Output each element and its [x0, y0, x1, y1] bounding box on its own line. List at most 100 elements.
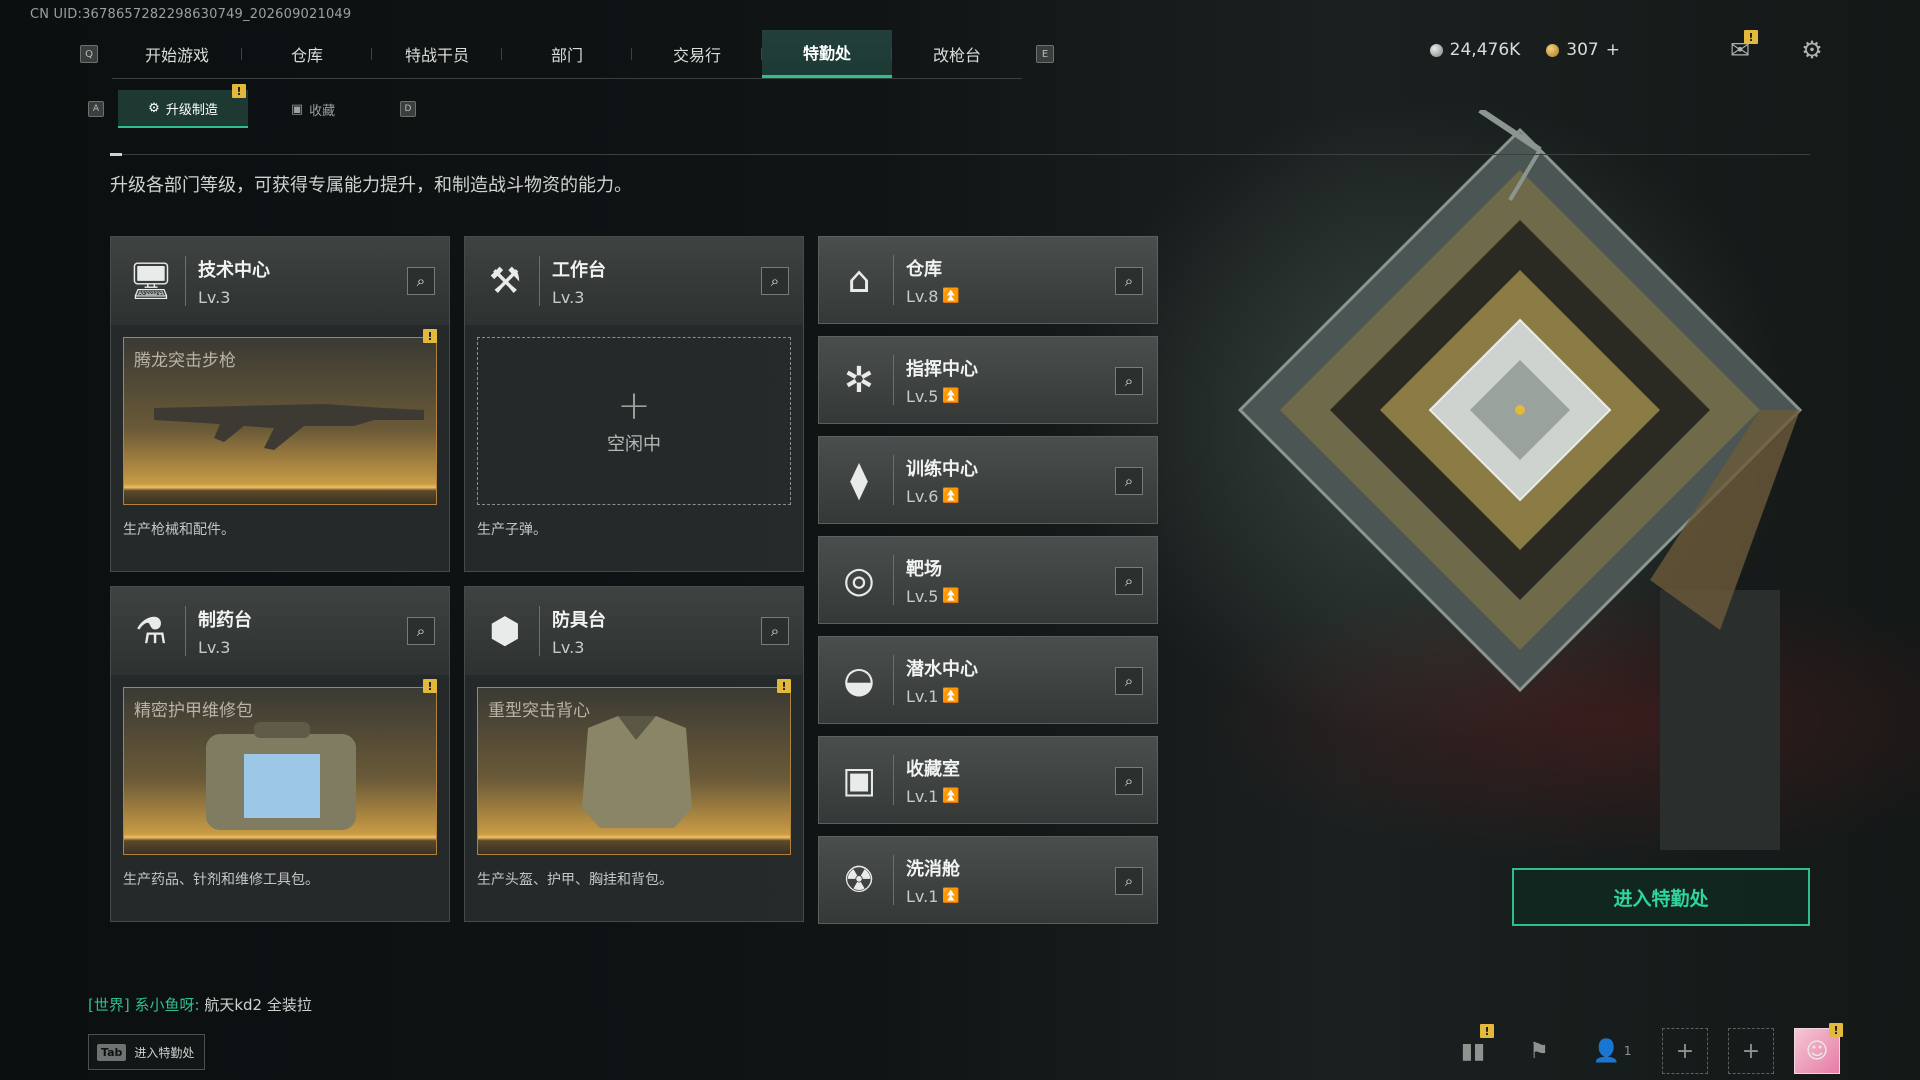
- search-icon[interactable]: ⌕: [1115, 567, 1143, 595]
- friends-icon[interactable]: 👤 1: [1582, 1028, 1642, 1074]
- player-avatar[interactable]: ☺!: [1794, 1023, 1843, 1074]
- search-icon[interactable]: ⌕: [1115, 267, 1143, 295]
- dept-row-training-center[interactable]: ⧫ 训练中心 Lv.6 ⏫ ⌕: [818, 436, 1158, 524]
- search-icon[interactable]: ⌕: [1115, 467, 1143, 495]
- dept-level: Lv.5: [906, 386, 939, 406]
- settings-gear-icon[interactable]: ⚙: [1798, 36, 1826, 64]
- dept-row-collection-room[interactable]: ▣ 收藏室 Lv.1 ⏫ ⌕: [818, 736, 1158, 824]
- dept-row-command-center[interactable]: ✲ 指挥中心 Lv.5 ⏫ ⌕: [818, 336, 1158, 424]
- idle-status: 空闲中: [607, 434, 661, 455]
- separator: [893, 355, 894, 405]
- tab-trading[interactable]: 交易行: [632, 30, 762, 78]
- dept-name: 靶场: [906, 558, 942, 580]
- enter-special-ops-button[interactable]: 进入特勤处: [1512, 868, 1810, 926]
- tab-operators[interactable]: 特战干员: [372, 30, 502, 78]
- dept-name: 技术中心: [198, 259, 270, 281]
- produce-description: 生产子弹。: [477, 522, 547, 538]
- dept-row-decon-chamber[interactable]: ☢ 洗消舱 Lv.1 ⏫ ⌕: [818, 836, 1158, 924]
- subnav-next-key[interactable]: D: [400, 101, 416, 117]
- coin-balance[interactable]: 24,476K: [1429, 40, 1521, 60]
- upgrade-arrow-icon: ⏫: [942, 688, 960, 704]
- pharmacy-icon: ⚗: [134, 610, 168, 652]
- upgrade-arrow-icon: ⏫: [942, 888, 960, 904]
- bond-amount: 307: [1566, 40, 1599, 60]
- top-right-icons: ✉! ⚙: [1726, 30, 1826, 64]
- dept-level: Lv.3: [552, 287, 585, 307]
- production-slot[interactable]: 腾龙突击步枪: [123, 337, 437, 505]
- production-slot[interactable]: 精密护甲维修包: [123, 687, 437, 855]
- invite-slot-plus-icon-2[interactable]: +: [1728, 1028, 1774, 1074]
- search-icon[interactable]: ⌕: [1115, 667, 1143, 695]
- subtab-collection-label: 收藏: [309, 103, 336, 119]
- search-icon[interactable]: ⌕: [761, 267, 789, 295]
- search-icon[interactable]: ⌕: [1115, 367, 1143, 395]
- tab-start-game[interactable]: 开始游戏: [112, 30, 242, 78]
- tab-hint-label: 进入特勤处: [134, 1045, 195, 1060]
- nav-prev-key[interactable]: Q: [80, 45, 98, 63]
- tab-special-ops[interactable]: 特勤处: [762, 29, 892, 78]
- tech-center-icon: 🖥: [128, 261, 174, 302]
- dept-name: 指挥中心: [906, 358, 978, 380]
- mail-icon[interactable]: ✉!: [1726, 30, 1758, 64]
- diving-mask-icon: ◒: [843, 659, 875, 701]
- tab-department[interactable]: 部门: [502, 30, 632, 78]
- chat-user: 系小鱼呀:: [134, 996, 200, 1014]
- slot-notify-badge: !: [423, 679, 437, 693]
- search-icon[interactable]: ⌕: [407, 267, 435, 295]
- avatar-notify-badge: !: [1829, 1023, 1843, 1037]
- subtab-upgrade-craft[interactable]: ⚙ 升级制造 !: [118, 84, 248, 128]
- search-icon[interactable]: ⌕: [407, 617, 435, 645]
- sub-nav: A ⚙ 升级制造 ! ▣ 收藏 D: [88, 84, 416, 128]
- invite-slot-plus-icon[interactable]: +: [1662, 1028, 1708, 1074]
- produce-description: 生产药品、针剂和维修工具包。: [123, 872, 319, 888]
- chat-channel: [世界]: [88, 996, 130, 1014]
- dept-row-warehouse[interactable]: ⌂ 仓库 Lv.8 ⏫ ⌕: [818, 236, 1158, 324]
- tab-key: Tab: [97, 1043, 127, 1061]
- subtab-collection[interactable]: ▣ 收藏: [248, 90, 378, 128]
- dept-row-shooting-range[interactable]: ◎ 靶场 Lv.5 ⏫ ⌕: [818, 536, 1158, 624]
- coin-amount: 24,476K: [1449, 40, 1521, 60]
- dept-level-row: Lv.6 ⏫: [906, 487, 978, 506]
- currency-bar: 24,476K 307 +: [1429, 40, 1620, 60]
- warehouse-icon: ⌂: [847, 259, 871, 301]
- dept-header: ⚒ 工作台 Lv.3 ⌕: [465, 237, 803, 325]
- slot-notify-badge: !: [423, 329, 437, 343]
- nav-next-key[interactable]: E: [1036, 45, 1054, 63]
- dept-level: Lv.5: [906, 586, 939, 606]
- subnav-prev-key[interactable]: A: [88, 101, 104, 117]
- dept-name: 工作台: [552, 259, 606, 281]
- dept-card-pharmacy[interactable]: ⚗ 制药台 Lv.3 ⌕ 精密护甲维修包 ! 生产药品、针剂和维修工具包。: [110, 586, 450, 922]
- dept-level: Lv.6: [906, 486, 939, 506]
- stats-chart-icon[interactable]: ▮▮!: [1450, 1024, 1496, 1074]
- main-tabs: 开始游戏 仓库 特战干员 部门 交易行 特勤处 改枪台: [112, 29, 1022, 79]
- flag-icon[interactable]: ⚑: [1516, 1028, 1562, 1074]
- special-ops-cube-artwork: [1237, 110, 1803, 850]
- dept-body: 腾龙突击步枪 ! 生产枪械和配件。: [111, 325, 449, 539]
- dept-card-armor-bench[interactable]: ⬢ 防具台 Lv.3 ⌕ 重型突击背心 ! 生产头盔、护甲、胸挂和背包。: [464, 586, 804, 922]
- separator: [539, 606, 540, 656]
- dept-level-row: Lv.1 ⏫: [906, 887, 960, 906]
- search-icon[interactable]: ⌕: [1115, 767, 1143, 795]
- tab-key-hint[interactable]: Tab 进入特勤处: [88, 1034, 206, 1070]
- tab-warehouse[interactable]: 仓库: [242, 30, 372, 78]
- idle-production-slot[interactable]: + 空闲中: [477, 337, 791, 505]
- separator: [893, 555, 894, 605]
- dept-body: + 空闲中 生产子弹。: [465, 325, 803, 539]
- search-icon[interactable]: ⌕: [1115, 867, 1143, 895]
- armor-bench-icon: ⬢: [489, 610, 521, 652]
- search-icon[interactable]: ⌕: [761, 617, 789, 645]
- production-slot[interactable]: 重型突击背心: [477, 687, 791, 855]
- produce-description: 生产枪械和配件。: [123, 522, 235, 538]
- dept-card-tech-center[interactable]: 🖥 技术中心 Lv.3 ⌕ 腾龙突击步枪 ! 生产枪械和配件。: [110, 236, 450, 572]
- dept-card-workbench[interactable]: ⚒ 工作台 Lv.3 ⌕ + 空闲中 生产子弹。: [464, 236, 804, 572]
- bond-balance[interactable]: 307 +: [1546, 40, 1620, 60]
- dept-level-row: Lv.1 ⏫: [906, 787, 960, 806]
- dept-level: Lv.3: [198, 637, 231, 657]
- bottom-right-bar: ▮▮! ⚑ 👤 1 + + ☺!: [1450, 1023, 1843, 1074]
- add-bond-button[interactable]: +: [1606, 40, 1620, 60]
- tab-gunsmith[interactable]: 改枪台: [892, 30, 1022, 78]
- dept-level-row: Lv.1 ⏫: [906, 687, 978, 706]
- world-chat-line[interactable]: [世界] 系小鱼呀: 航天kd2 全装拉: [88, 994, 312, 1015]
- dept-body: 精密护甲维修包 ! 生产药品、针剂和维修工具包。: [111, 675, 449, 889]
- dept-row-diving-center[interactable]: ◒ 潜水中心 Lv.1 ⏫ ⌕: [818, 636, 1158, 724]
